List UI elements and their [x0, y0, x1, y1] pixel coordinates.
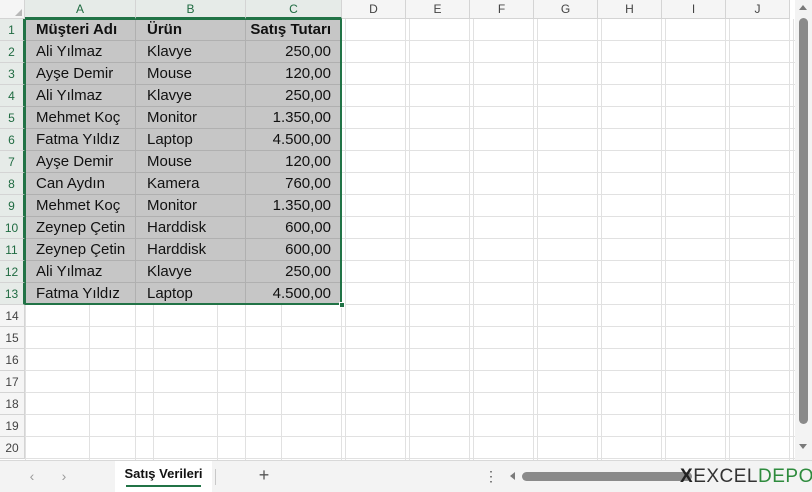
column-header-d[interactable]: D — [342, 0, 406, 19]
row-header-18[interactable]: 18 — [0, 393, 25, 415]
cell-c13[interactable]: 4.500,00 — [246, 283, 342, 305]
column-header-c[interactable]: C — [246, 0, 342, 19]
cell-c1[interactable]: Satış Tutarı — [246, 19, 342, 41]
gridline-vertical — [725, 19, 726, 460]
cell-a11[interactable]: Zeynep Çetin — [25, 239, 136, 261]
cell-b7[interactable]: Mouse — [136, 151, 246, 173]
cell-c9[interactable]: 1.350,00 — [246, 195, 342, 217]
vertical-scrollbar[interactable] — [795, 0, 812, 460]
cell-a6[interactable]: Fatma Yıldız — [25, 129, 136, 151]
cell-c8[interactable]: 760,00 — [246, 173, 342, 195]
exceldepo-logo: XEXCELDEPO — [680, 466, 812, 488]
cell-b13[interactable]: Laptop — [136, 283, 246, 305]
row-header-7[interactable]: 7 — [0, 151, 25, 173]
cell-a13[interactable]: Fatma Yıldız — [25, 283, 136, 305]
row-header-1[interactable]: 1 — [0, 19, 25, 41]
cell-c2[interactable]: 250,00 — [246, 41, 342, 63]
cell-c12[interactable]: 250,00 — [246, 261, 342, 283]
cell-b8[interactable]: Kamera — [136, 173, 246, 195]
row-header-20[interactable]: 20 — [0, 437, 25, 459]
cell-a10[interactable]: Zeynep Çetin — [25, 217, 136, 239]
cell-b12[interactable]: Klavye — [136, 261, 246, 283]
gridline-vertical — [405, 19, 406, 460]
gridline-vertical — [597, 19, 598, 460]
column-header-e[interactable]: E — [406, 0, 470, 19]
sheet-tab-label: Satış Verileri — [124, 466, 203, 481]
row-header-10[interactable]: 10 — [0, 217, 25, 239]
scroll-up-icon[interactable] — [799, 5, 807, 10]
row-header-11[interactable]: 11 — [0, 239, 25, 261]
column-header-b[interactable]: B — [136, 0, 246, 19]
scroll-down-icon[interactable] — [799, 444, 807, 449]
sheet-tab-bar: ‹ › Satış Verileri + ⋮ XEXCELDEPO — [0, 460, 812, 492]
cell-a8[interactable]: Can Aydın — [25, 173, 136, 195]
active-tab-indicator — [126, 485, 201, 487]
row-header-4[interactable]: 4 — [0, 85, 25, 107]
cell-a4[interactable]: Ali Yılmaz — [25, 85, 136, 107]
column-header-f[interactable]: F — [470, 0, 534, 19]
cell-b5[interactable]: Monitor — [136, 107, 246, 129]
sheet-tab-active[interactable]: Satış Verileri — [115, 461, 212, 492]
cell-a12[interactable]: Ali Yılmaz — [25, 261, 136, 283]
gridline-vertical — [789, 19, 790, 460]
logo-x: X — [680, 466, 694, 487]
cell-a3[interactable]: Ayşe Demir — [25, 63, 136, 85]
prev-sheet-icon[interactable]: ‹ — [24, 468, 40, 484]
row-header-16[interactable]: 16 — [0, 349, 25, 371]
logo-depo: DEPO — [758, 466, 812, 487]
column-header-h[interactable]: H — [598, 0, 662, 19]
scroll-left-icon[interactable] — [510, 472, 515, 480]
cell-b1[interactable]: Ürün — [136, 19, 246, 41]
gridline-vertical — [533, 19, 534, 460]
select-all-icon — [15, 9, 22, 16]
cell-b4[interactable]: Klavye — [136, 85, 246, 107]
row-header-5[interactable]: 5 — [0, 107, 25, 129]
add-sheet-button[interactable]: + — [255, 465, 273, 485]
cell-c3[interactable]: 120,00 — [246, 63, 342, 85]
cell-a2[interactable]: Ali Yılmaz — [25, 41, 136, 63]
row-header-19[interactable]: 19 — [0, 415, 25, 437]
cell-c4[interactable]: 250,00 — [246, 85, 342, 107]
cell-c10[interactable]: 600,00 — [246, 217, 342, 239]
cell-b9[interactable]: Monitor — [136, 195, 246, 217]
cell-b11[interactable]: Harddisk — [136, 239, 246, 261]
row-header-8[interactable]: 8 — [0, 173, 25, 195]
more-options-icon[interactable]: ⋮ — [484, 468, 498, 484]
cell-c5[interactable]: 1.350,00 — [246, 107, 342, 129]
cell-a1[interactable]: Müşteri Adı — [25, 19, 136, 41]
row-header-17[interactable]: 17 — [0, 371, 25, 393]
logo-excel: EXCEL — [693, 466, 758, 487]
horizontal-scroll-thumb[interactable] — [522, 472, 692, 481]
tab-divider — [215, 469, 216, 485]
cell-a9[interactable]: Mehmet Koç — [25, 195, 136, 217]
row-header-6[interactable]: 6 — [0, 129, 25, 151]
cell-c11[interactable]: 600,00 — [246, 239, 342, 261]
column-header-i[interactable]: I — [662, 0, 726, 19]
row-header-2[interactable]: 2 — [0, 41, 25, 63]
cell-a7[interactable]: Ayşe Demir — [25, 151, 136, 173]
next-sheet-icon[interactable]: › — [56, 468, 72, 484]
fill-handle[interactable] — [339, 302, 345, 308]
cell-a5[interactable]: Mehmet Koç — [25, 107, 136, 129]
spreadsheet-grid[interactable]: Müşteri Adı Ürün Satış Tutarı Ali Yılmaz Kla… — [0, 0, 795, 460]
row-header-3[interactable]: 3 — [0, 63, 25, 85]
column-header-g[interactable]: G — [534, 0, 598, 19]
cell-c7[interactable]: 120,00 — [246, 151, 342, 173]
column-header-a[interactable]: A — [25, 0, 136, 19]
row-header-13[interactable]: 13 — [0, 283, 25, 305]
row-header-15[interactable]: 15 — [0, 327, 25, 349]
cell-b3[interactable]: Mouse — [136, 63, 246, 85]
cell-b2[interactable]: Klavye — [136, 41, 246, 63]
cell-c6[interactable]: 4.500,00 — [246, 129, 342, 151]
vertical-scroll-thumb[interactable] — [799, 18, 808, 424]
row-header-14[interactable]: 14 — [0, 305, 25, 327]
row-header-12[interactable]: 12 — [0, 261, 25, 283]
gridline-vertical — [661, 19, 662, 460]
gridline-vertical — [469, 19, 470, 460]
column-header-j[interactable]: J — [726, 0, 790, 19]
cell-b10[interactable]: Harddisk — [136, 217, 246, 239]
cell-b6[interactable]: Laptop — [136, 129, 246, 151]
select-all-corner[interactable] — [0, 0, 25, 19]
row-header-9[interactable]: 9 — [0, 195, 25, 217]
